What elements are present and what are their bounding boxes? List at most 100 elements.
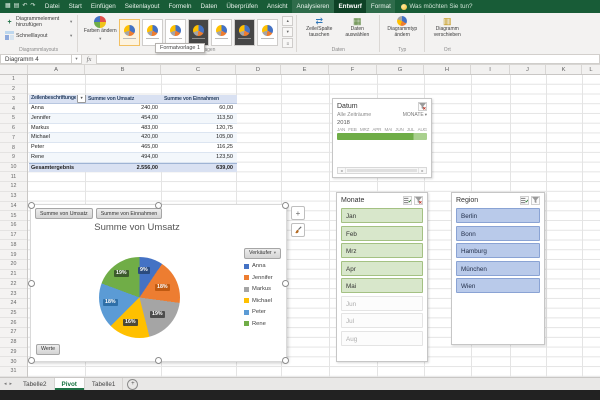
timeline-month[interactable]: AUG bbox=[418, 127, 428, 132]
row-header[interactable]: 7 bbox=[0, 133, 27, 144]
slicer-item-bonn[interactable]: Bonn bbox=[456, 225, 540, 241]
slicer-item-hamburg[interactable]: Hamburg bbox=[456, 243, 540, 258]
name-box-dropdown-icon[interactable]: ▾ bbox=[72, 54, 82, 64]
chart-style-7[interactable] bbox=[257, 18, 279, 46]
selection-handle[interactable] bbox=[282, 202, 289, 209]
pivot-cell[interactable]: 60,00 bbox=[162, 104, 237, 113]
ribbon-tab-formeln[interactable]: Formeln bbox=[164, 0, 196, 13]
chart-style-5[interactable] bbox=[211, 18, 233, 46]
pivot-cell[interactable]: Markus bbox=[29, 124, 86, 133]
sheet-tab-tabelle2[interactable]: Tabelle2 bbox=[16, 378, 55, 390]
pivot-cell[interactable]: Michael bbox=[29, 133, 86, 142]
pivot-cell[interactable]: 494,00 bbox=[86, 153, 162, 162]
ribbon-tab-einfuegen[interactable]: Einfügen bbox=[86, 0, 120, 13]
ribbon-tab-analysieren[interactable]: Analysieren bbox=[292, 0, 334, 13]
legend-item[interactable]: Peter bbox=[244, 309, 286, 315]
pivot-cell[interactable]: 240,00 bbox=[86, 104, 162, 113]
gallery-up-icon[interactable]: ▴ bbox=[282, 16, 294, 26]
ribbon-tab-datei[interactable]: Datei bbox=[40, 0, 64, 13]
row-header[interactable]: 23 bbox=[0, 289, 27, 299]
add-sheet-icon[interactable]: + bbox=[127, 378, 139, 390]
timeline-selection-bar[interactable] bbox=[337, 133, 427, 140]
row-header[interactable]: 9 bbox=[0, 153, 27, 163]
chart-title[interactable]: Summe von Umsatz bbox=[31, 222, 243, 233]
field-button-einnahmen[interactable]: Summe von Einnahmen bbox=[95, 208, 163, 219]
slicer-item-berlin[interactable]: Berlin bbox=[456, 208, 540, 223]
scroll-thumb[interactable] bbox=[347, 169, 417, 172]
pivot-cell[interactable]: 483,00 bbox=[86, 124, 162, 133]
row-header[interactable]: 31 bbox=[0, 367, 27, 377]
timeline-month[interactable]: JUN bbox=[395, 127, 404, 132]
row-header[interactable]: 18 bbox=[0, 240, 27, 251]
col-header-K[interactable]: K bbox=[546, 65, 582, 74]
row-header[interactable]: 4 bbox=[0, 104, 27, 114]
pivot-cell[interactable]: 420,00 bbox=[86, 133, 162, 142]
clear-filter-icon[interactable] bbox=[531, 196, 540, 205]
pivot-cell[interactable]: 105,00 bbox=[162, 133, 237, 142]
legend-field-button[interactable]: Verkäufer ▾ bbox=[244, 247, 281, 259]
pivot-cell[interactable]: 116,25 bbox=[162, 143, 237, 152]
row-header[interactable]: 8 bbox=[0, 143, 27, 153]
pivot-cell[interactable]: 120,75 bbox=[162, 124, 237, 133]
field-button-umsatz[interactable]: Summe von Umsatz bbox=[35, 208, 93, 219]
chart-style-4[interactable] bbox=[188, 18, 210, 46]
pivot-cell[interactable]: 123,50 bbox=[162, 153, 237, 162]
slicer-item-wien[interactable]: Wien bbox=[456, 278, 540, 293]
col-header-D[interactable]: D bbox=[236, 65, 281, 74]
selection-handle[interactable] bbox=[155, 357, 162, 364]
sheet-nav-left-icon[interactable]: ◂ bbox=[4, 381, 7, 387]
sheet-nav-right-icon[interactable]: ▸ bbox=[10, 381, 13, 387]
pivot-cell-header-umsatz[interactable]: Summe von Umsatz bbox=[86, 95, 162, 104]
pivot-cell[interactable]: 465,00 bbox=[86, 143, 162, 152]
row-header[interactable]: 10 bbox=[0, 163, 27, 173]
change-colors-button[interactable]: Farben ändern ▾ bbox=[81, 15, 119, 43]
selection-handle[interactable] bbox=[155, 202, 162, 209]
fx-icon[interactable]: fx bbox=[82, 54, 96, 64]
quick-layout-button[interactable]: Schnelllayout ▾ bbox=[3, 30, 74, 41]
legend-item[interactable]: Markus bbox=[244, 286, 286, 292]
legend-item[interactable]: Anna bbox=[244, 263, 286, 269]
select-all-corner[interactable] bbox=[0, 65, 28, 74]
col-header-A[interactable]: A bbox=[28, 65, 85, 74]
col-header-H[interactable]: H bbox=[424, 65, 471, 74]
row-header[interactable]: 29 bbox=[0, 348, 27, 358]
multi-select-icon[interactable] bbox=[520, 196, 529, 205]
timeline-month[interactable]: FEB bbox=[348, 127, 357, 132]
row-header[interactable]: 17 bbox=[0, 231, 27, 241]
ribbon-tab-seitenlayout[interactable]: Seitenlayout bbox=[120, 0, 164, 13]
undo-icon[interactable]: ↶ bbox=[22, 0, 27, 13]
select-data-button[interactable]: ▦ Daten auswählen bbox=[338, 15, 376, 39]
clear-filter-icon[interactable] bbox=[414, 196, 423, 205]
ribbon-tab-format[interactable]: Format bbox=[366, 0, 395, 13]
row-header[interactable]: 2 bbox=[0, 85, 27, 95]
col-header-G[interactable]: G bbox=[377, 65, 424, 74]
row-header[interactable]: 5 bbox=[0, 114, 27, 124]
row-header[interactable]: 19 bbox=[0, 250, 27, 260]
pivot-chart[interactable]: Summe von Umsatz Summe von Einnahmen Sum… bbox=[28, 202, 289, 364]
row-header[interactable]: 27 bbox=[0, 328, 27, 338]
name-box[interactable]: Diagramm 4 bbox=[0, 54, 72, 64]
pivot-cell-rowlabels[interactable]: Zeilenbeschriftungen ▾ bbox=[29, 94, 86, 104]
pivot-cell-total-umsatz[interactable]: 2.556,00 bbox=[86, 164, 162, 173]
ribbon-tab-start[interactable]: Start bbox=[64, 0, 86, 13]
slicer-item-jan[interactable]: Jan bbox=[341, 208, 423, 223]
slicer-item-jun[interactable]: Jun bbox=[341, 295, 423, 311]
sheet-tab-tabelle1[interactable]: Tabelle1 bbox=[85, 378, 124, 390]
timeline-month[interactable]: JUL bbox=[407, 127, 415, 132]
scroll-left-icon[interactable]: ◂ bbox=[338, 168, 346, 173]
slicer-item-feb[interactable]: Feb bbox=[341, 225, 423, 241]
move-chart-button[interactable]: ▥ Diagramm verschieben bbox=[428, 15, 466, 39]
row-header[interactable]: 25 bbox=[0, 309, 27, 319]
multi-select-icon[interactable] bbox=[403, 196, 412, 205]
gallery-down-icon[interactable]: ▾ bbox=[282, 27, 294, 37]
chart-elements-plus-icon[interactable]: + bbox=[291, 206, 305, 220]
row-header[interactable]: 16 bbox=[0, 221, 27, 231]
timeline-datum[interactable]: Datum Alle Zeiträume MONATE ▾ 2018 JAN FE… bbox=[332, 98, 432, 178]
selection-handle[interactable] bbox=[28, 357, 35, 364]
col-header-B[interactable]: B bbox=[85, 65, 161, 74]
chart-style-6[interactable] bbox=[234, 18, 256, 46]
timeline-month[interactable]: MAI bbox=[384, 127, 392, 132]
selection-handle[interactable] bbox=[282, 280, 289, 287]
clear-filter-icon[interactable] bbox=[418, 102, 427, 111]
formula-input[interactable] bbox=[96, 54, 600, 64]
